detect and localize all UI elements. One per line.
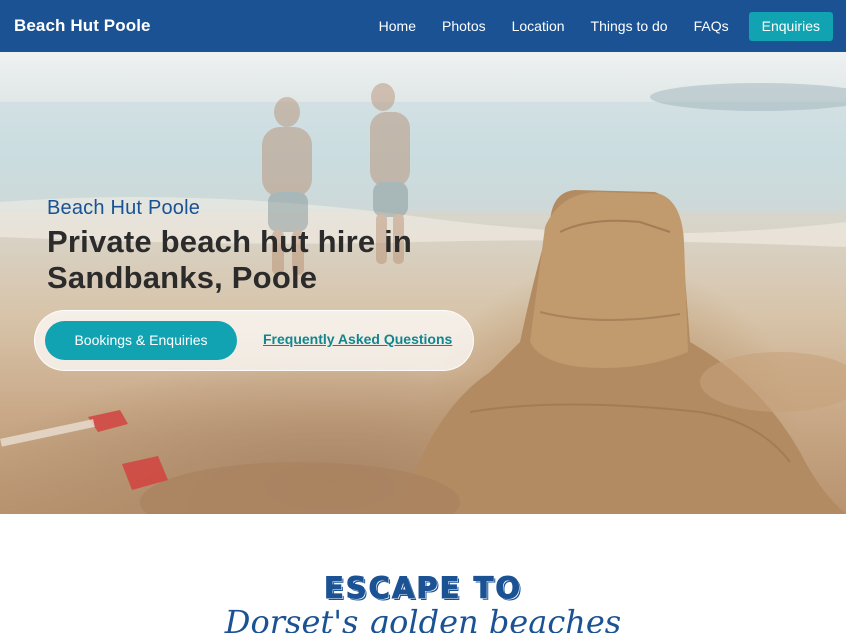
faq-link[interactable]: Frequently Asked Questions [263, 331, 452, 347]
nav-links: Home Photos Location Things to do FAQs E… [353, 11, 833, 41]
enquiries-button[interactable]: Enquiries [748, 11, 833, 41]
site-brand[interactable]: Beach Hut Poole [14, 16, 151, 36]
nav-link-things-to-do[interactable]: Things to do [591, 18, 668, 34]
nav-link-faqs[interactable]: FAQs [694, 18, 729, 34]
nav-link-location[interactable]: Location [512, 18, 565, 34]
top-navbar: Beach Hut Poole Home Photos Location Thi… [0, 0, 846, 52]
golden-beaches-tagline: Dorset's golden beaches [224, 603, 622, 633]
bookings-enquiries-button[interactable]: Bookings & Enquiries [45, 321, 237, 360]
hero-action-bar: Bookings & Enquiries Frequently Asked Qu… [34, 310, 474, 371]
hero-title: Private beach hut hire in Sandbanks, Poo… [47, 224, 413, 295]
nav-link-photos[interactable]: Photos [442, 18, 486, 34]
hero-banner: Beach Hut Poole Private beach hut hire i… [0, 52, 846, 514]
hero-subtitle: Beach Hut Poole [47, 197, 201, 219]
escape-heading: ESCAPE TO [323, 571, 523, 606]
nav-link-home[interactable]: Home [379, 18, 416, 34]
